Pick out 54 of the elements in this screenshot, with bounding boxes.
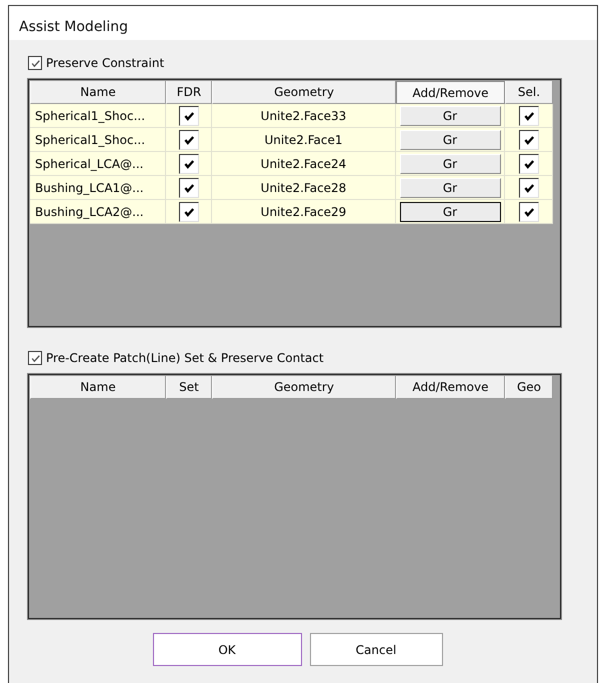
checkmark-icon bbox=[522, 182, 534, 194]
checkmark-icon bbox=[182, 134, 194, 146]
checkmark-icon bbox=[182, 206, 194, 218]
column-header[interactable]: Geometry bbox=[212, 81, 396, 104]
column-header[interactable]: Set bbox=[166, 376, 212, 399]
checkbox[interactable] bbox=[178, 130, 198, 150]
checkbox-label: Preserve Constraint bbox=[46, 56, 164, 70]
column-header[interactable]: FDR bbox=[166, 81, 212, 104]
checkbox[interactable] bbox=[518, 130, 538, 150]
column-header[interactable]: Name bbox=[30, 376, 166, 399]
table-cell: Unite2.Face24 bbox=[212, 152, 396, 176]
table-cell: Unite2.Face28 bbox=[212, 176, 396, 200]
column-header[interactable]: Add/Remove bbox=[396, 81, 505, 104]
checkbox[interactable] bbox=[518, 106, 538, 126]
checkmark-icon bbox=[522, 206, 534, 218]
group-button[interactable]: Gr bbox=[400, 202, 500, 222]
window-title: Assist Modeling bbox=[9, 6, 597, 40]
dialog-button[interactable]: Cancel bbox=[310, 633, 442, 666]
group-button[interactable]: Gr bbox=[400, 154, 500, 174]
checkmark-icon bbox=[182, 110, 194, 122]
column-header[interactable]: Sel. bbox=[505, 81, 553, 104]
checkmark-icon bbox=[30, 58, 40, 68]
checkmark-icon bbox=[522, 158, 534, 170]
table-cell: Spherical1_Shoc... bbox=[30, 104, 166, 128]
dialog-button[interactable]: OK bbox=[152, 633, 302, 666]
checkmark-icon bbox=[182, 158, 194, 170]
table-cell: Spherical1_Shoc... bbox=[30, 128, 166, 152]
checkmark-icon bbox=[30, 352, 40, 364]
group-button[interactable]: Gr bbox=[400, 178, 500, 198]
column-header[interactable]: Name bbox=[30, 81, 166, 104]
checkbox-label: Pre-Create Patch(Line) Set & Preserve Contact bbox=[46, 351, 324, 365]
checkbox[interactable] bbox=[28, 56, 42, 70]
checkmark-icon bbox=[182, 182, 194, 194]
checkbox[interactable] bbox=[28, 351, 42, 365]
checkmark-icon bbox=[522, 110, 534, 122]
column-header[interactable]: Geometry bbox=[212, 376, 396, 399]
column-header[interactable]: Add/Remove bbox=[396, 376, 505, 399]
table-cell: Unite2.Face1 bbox=[212, 128, 396, 152]
checkbox[interactable] bbox=[518, 154, 538, 174]
table-cell: Spherical_LCA@... bbox=[30, 152, 166, 176]
checkbox[interactable] bbox=[178, 106, 198, 126]
group-button[interactable]: Gr bbox=[400, 130, 500, 150]
checkbox[interactable] bbox=[178, 202, 198, 222]
checkbox[interactable] bbox=[518, 202, 538, 222]
checkbox[interactable] bbox=[178, 154, 198, 174]
checkmark-icon bbox=[522, 134, 534, 146]
group-button[interactable]: Gr bbox=[400, 106, 500, 126]
table-cell: Bushing_LCA1@... bbox=[30, 176, 166, 200]
table-cell: Unite2.Face33 bbox=[212, 104, 396, 128]
table-cell: Bushing_LCA2@... bbox=[30, 200, 166, 224]
column-header[interactable]: Geo bbox=[505, 376, 553, 399]
table-cell: Unite2.Face29 bbox=[212, 200, 396, 224]
checkbox[interactable] bbox=[518, 178, 538, 198]
checkbox[interactable] bbox=[178, 178, 198, 198]
